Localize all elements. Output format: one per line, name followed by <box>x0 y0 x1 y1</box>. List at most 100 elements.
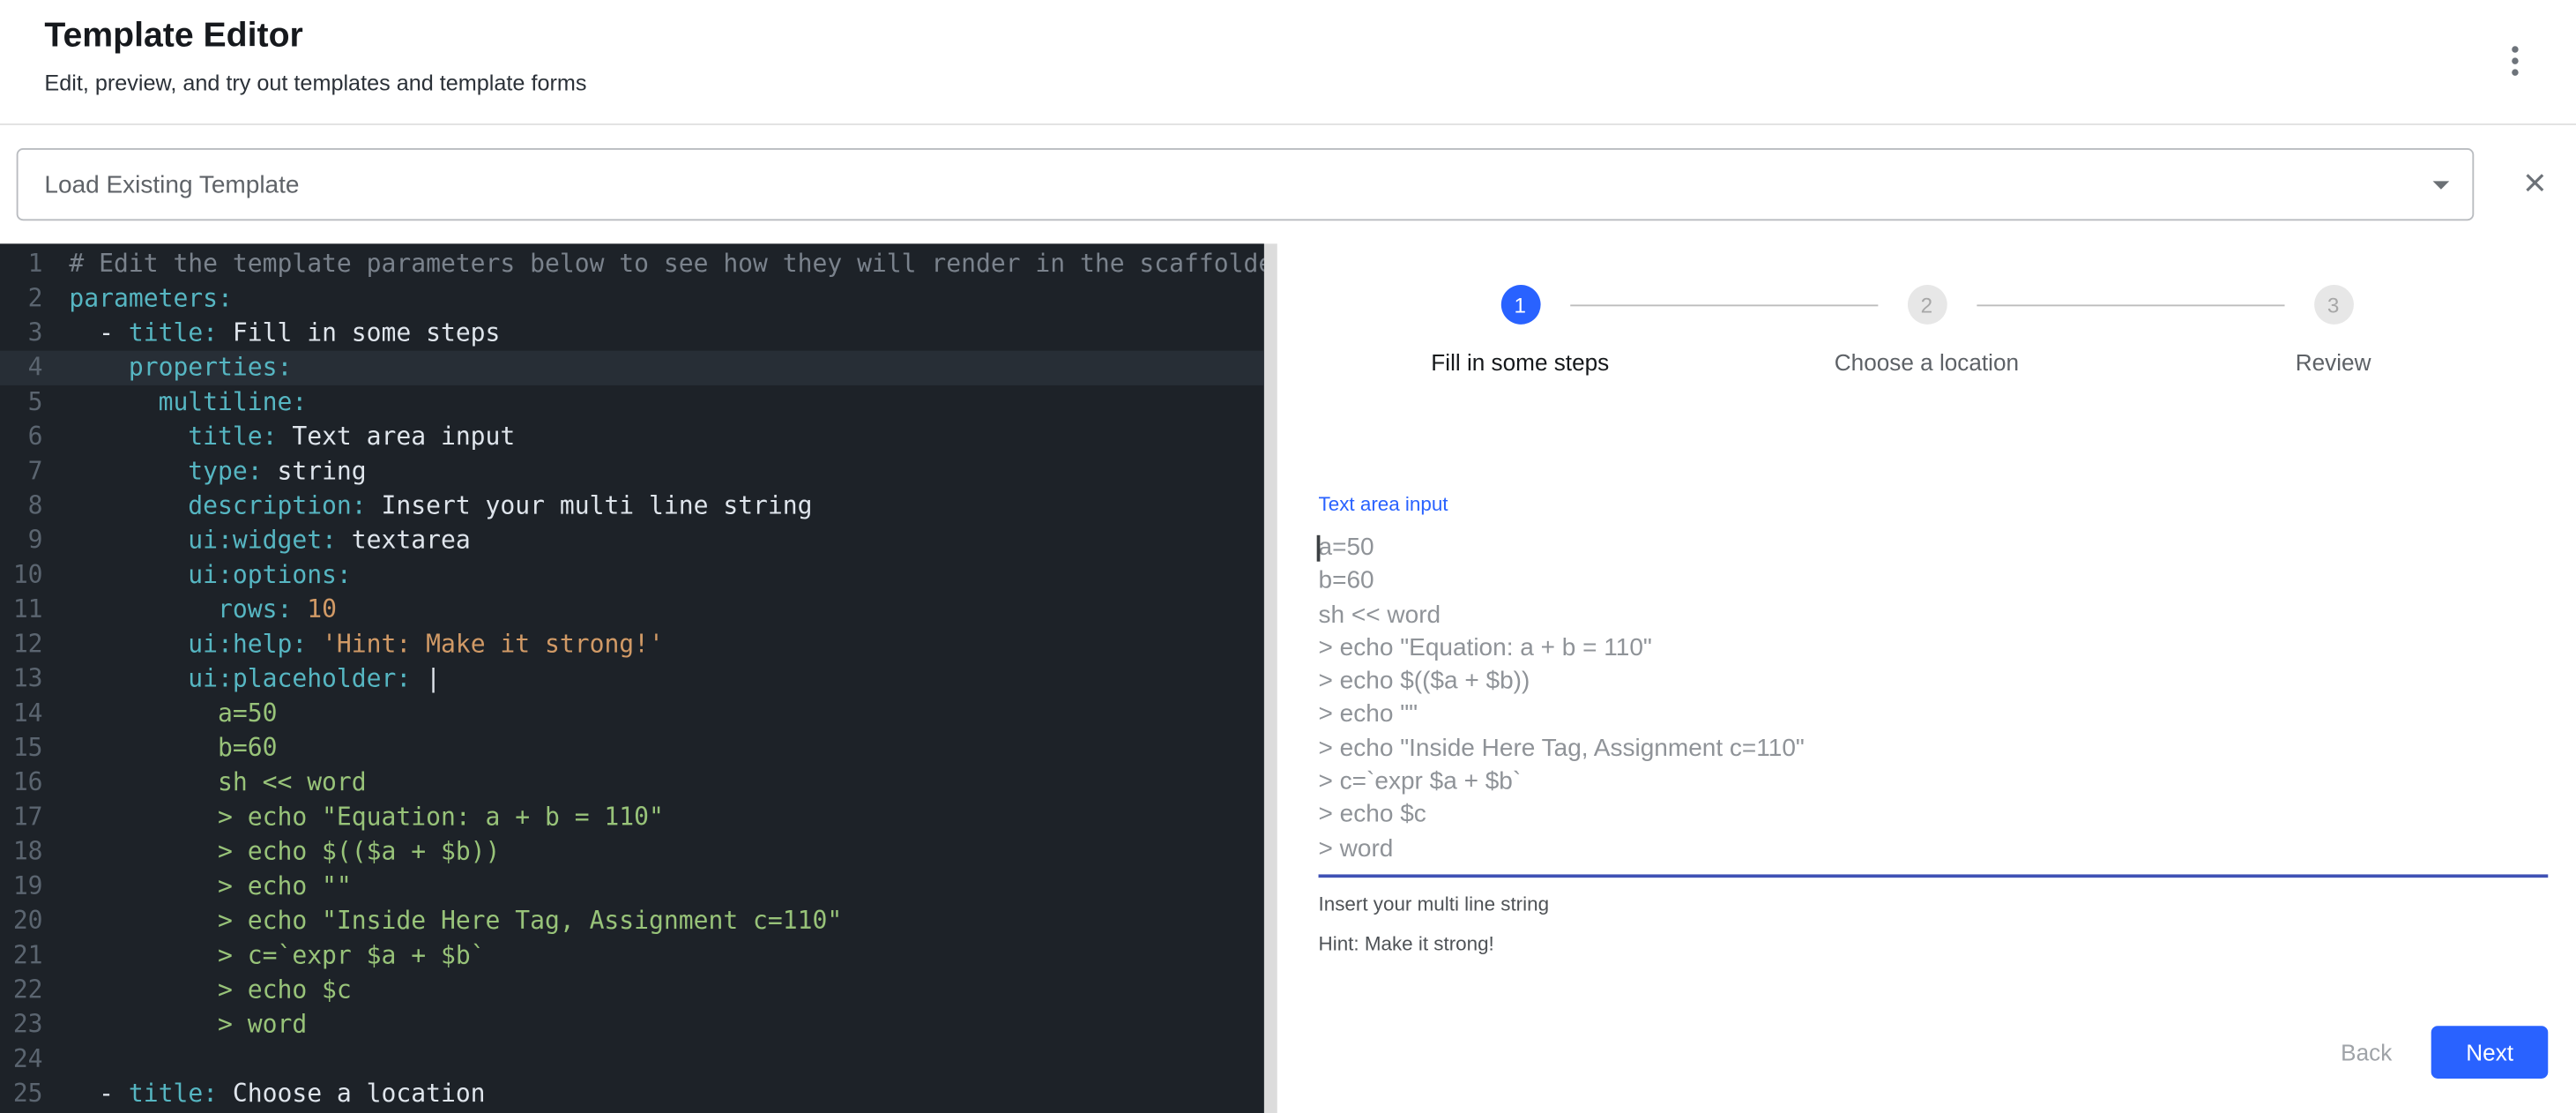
next-button[interactable]: Next <box>2431 1026 2548 1079</box>
editor-line: 16 sh << word <box>0 766 1264 800</box>
textarea-line: > echo $c <box>1319 799 2549 833</box>
line-content: > c=`expr $a + $b` <box>43 938 486 973</box>
line-number: 21 <box>0 938 43 973</box>
field-description: Insert your multi line string <box>1319 893 2549 915</box>
step-connector <box>1976 304 2283 306</box>
line-number: 6 <box>0 420 43 454</box>
line-number: 15 <box>0 731 43 766</box>
stepper: 1 Fill in some steps 2 Choose a location 3 Re… <box>1277 243 2576 377</box>
clear-icon[interactable]: × <box>2523 148 2546 220</box>
step-1[interactable]: 1 Fill in some steps <box>1317 285 1724 377</box>
line-number: 16 <box>0 766 43 800</box>
step-2[interactable]: 2 Choose a location <box>1724 285 2130 377</box>
step-circle: 1 <box>1500 285 1540 325</box>
line-content: rows: 10 <box>43 593 337 627</box>
line-content: title: Text area input <box>43 420 516 454</box>
kebab-menu-icon[interactable] <box>2500 46 2530 76</box>
textarea-line: a=50 <box>1319 532 2549 565</box>
line-number: 10 <box>0 558 43 593</box>
step-circle: 3 <box>2313 285 2353 325</box>
editor-line: 10 ui:options: <box>0 558 1264 593</box>
textarea-line: > echo "Equation: a + b = 110" <box>1319 632 2549 666</box>
textarea-underline <box>1319 874 2549 878</box>
editor-line: 22 > echo $c <box>0 973 1264 1007</box>
line-number: 14 <box>0 697 43 731</box>
textarea-line: > echo "Inside Here Tag, Assignment c=11… <box>1319 732 2549 766</box>
load-template-select-value: Load Existing Template <box>44 170 299 198</box>
line-number: 25 <box>0 1077 43 1111</box>
line-content: # Edit the template parameters below to … <box>43 247 1264 281</box>
line-number: 5 <box>0 385 43 420</box>
line-number: 2 <box>0 281 43 316</box>
editor-line: 23 > word <box>0 1008 1264 1042</box>
line-number: 4 <box>0 351 43 385</box>
load-template-select[interactable]: Load Existing Template <box>17 148 2475 220</box>
line-number: 8 <box>0 489 43 524</box>
editor-line: 21 > c=`expr $a + $b` <box>0 938 1264 973</box>
editor-line: 9 ui:widget: textarea <box>0 524 1264 558</box>
template-editor-page: Template Editor Edit, preview, and try o… <box>0 0 2576 1113</box>
line-content: parameters: <box>43 281 233 316</box>
line-content: > echo "" <box>43 870 352 904</box>
line-number: 17 <box>0 800 43 834</box>
editor-line: 11 rows: 10 <box>0 593 1264 627</box>
line-number: 24 <box>0 1042 43 1077</box>
step-3[interactable]: 3 Review <box>2130 285 2536 377</box>
page-header: Template Editor Edit, preview, and try o… <box>0 0 2576 125</box>
line-number: 23 <box>0 1008 43 1042</box>
line-content: description: Insert your multi line stri… <box>43 489 813 524</box>
yaml-code-editor[interactable]: 1# Edit the template parameters below to… <box>0 243 1264 1113</box>
line-content: > word <box>43 1008 308 1042</box>
line-number: 1 <box>0 247 43 281</box>
line-content: multiline: <box>43 385 308 420</box>
line-number: 22 <box>0 973 43 1007</box>
back-button[interactable]: Back <box>2314 1026 2418 1079</box>
editor-line: 19 > echo "" <box>0 870 1264 904</box>
multiline-textarea[interactable]: a=50b=60sh << word> echo "Equation: a + … <box>1319 532 2549 866</box>
line-content: a=50 <box>43 697 278 731</box>
line-content: b=60 <box>43 731 278 766</box>
line-content: ui:options: <box>43 558 352 593</box>
step-connector <box>1569 304 1877 306</box>
line-number: 9 <box>0 524 43 558</box>
template-form-preview: 1 Fill in some steps 2 Choose a location 3 Re… <box>1277 243 2576 1113</box>
editor-line: 7 type: string <box>0 454 1264 489</box>
line-content: > echo $c <box>43 973 352 1007</box>
step-label: Fill in some steps <box>1431 349 1609 377</box>
editor-line: 1# Edit the template parameters below to… <box>0 247 1264 281</box>
line-content: sh << word <box>43 766 367 800</box>
line-number: 12 <box>0 627 43 661</box>
dropdown-caret-icon <box>2433 181 2450 189</box>
line-number: 3 <box>0 316 43 350</box>
line-content <box>43 1042 70 1077</box>
editor-scrollbar[interactable] <box>1264 243 1277 1113</box>
editor-line: 5 multiline: <box>0 385 1264 420</box>
step-label: Review <box>2296 349 2371 377</box>
editor-line: 14 a=50 <box>0 697 1264 731</box>
editor-line: 12 ui:help: 'Hint: Make it strong!' <box>0 627 1264 661</box>
line-number: 20 <box>0 904 43 938</box>
textarea-line: > c=`expr $a + $b` <box>1319 766 2549 799</box>
field-hint: Hint: Make it strong! <box>1319 932 2549 955</box>
textarea-line: > word <box>1319 833 2549 866</box>
line-number: 13 <box>0 662 43 697</box>
textarea-line: > echo "" <box>1319 699 2549 733</box>
line-content: ui:help: 'Hint: Make it strong!' <box>43 627 664 661</box>
editor-line: 2parameters: <box>0 281 1264 316</box>
editor-line: 24 <box>0 1042 1264 1077</box>
form-actions: Back Next <box>2314 1026 2548 1079</box>
line-content: ui:widget: textarea <box>43 524 471 558</box>
step-label: Choose a location <box>1835 349 2019 377</box>
page-subtitle: Edit, preview, and try out templates and… <box>44 71 2529 95</box>
editor-line: 20 > echo "Inside Here Tag, Assignment c… <box>0 904 1264 938</box>
line-number: 11 <box>0 593 43 627</box>
editor-line: 18 > echo $(($a + $b)) <box>0 835 1264 870</box>
line-number: 18 <box>0 835 43 870</box>
step-circle: 2 <box>1907 285 1947 325</box>
line-content: type: string <box>43 454 367 489</box>
line-content: - title: Choose a location <box>43 1077 486 1111</box>
line-content: ui:placeholder: | <box>43 662 441 697</box>
editor-line: 4 properties: <box>0 351 1264 385</box>
line-content: > echo "Inside Here Tag, Assignment c=11… <box>43 904 843 938</box>
textarea-line: b=60 <box>1319 565 2549 599</box>
